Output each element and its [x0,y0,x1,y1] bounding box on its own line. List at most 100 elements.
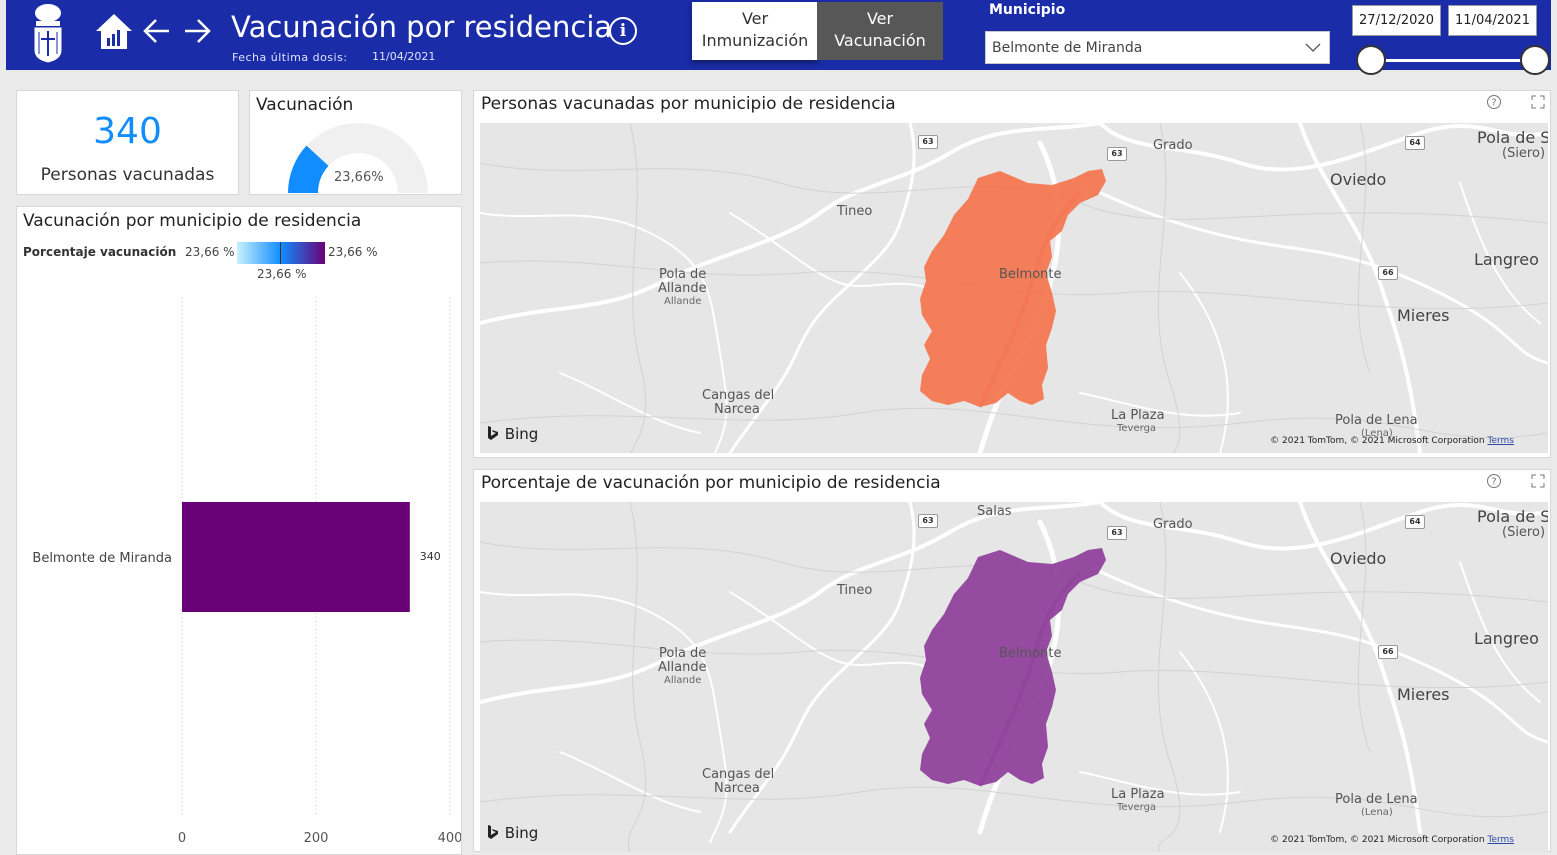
help-icon[interactable]: ? [1486,94,1502,110]
road-shield-66: 66 [1378,266,1398,280]
gauge-card: Vacunación 23,66% [249,90,462,195]
info-icon[interactable]: i [609,17,637,45]
map-label-cangas: Cangas del [702,767,775,782]
map-label-siero: (Siero) [1502,525,1546,540]
terms-link[interactable]: Terms [1487,835,1514,845]
forward-arrow-icon[interactable] [181,14,213,48]
back-arrow-icon[interactable] [141,14,173,48]
bing-logo: Bing [486,824,538,842]
map-label-teverga: Teverga [1117,423,1157,434]
map-label-mieres: Mieres [1397,685,1450,704]
help-icon[interactable]: ? [1486,473,1502,489]
view-vacunacion-label-2: Vacunación [834,31,926,50]
road-shield-63: 63 [1107,147,1127,161]
map-label-pola-allande: Pola de [659,646,707,661]
home-icon[interactable] [94,12,134,50]
kpi-card: 340 Personas vacunadas [16,90,239,195]
view-vacunacion-button[interactable]: Ver Vacunación [817,2,943,60]
municipality-region [920,169,1106,407]
map-label-oviedo: Oviedo [1330,170,1387,189]
map2-area[interactable]: Salas 63 63 64 66 Grado Pola de Si (Sier… [480,502,1548,852]
map-label-grado: Grado [1153,138,1193,153]
view-inmunizacion-button[interactable]: Ver Inmunización [692,2,818,60]
map-label-tineo: Tineo [837,204,873,219]
map-label-siero: (Siero) [1502,146,1546,161]
map-label-oviedo: Oviedo [1330,549,1387,568]
bing-label: Bing [504,425,539,443]
date-range-slider-track[interactable] [1376,59,1542,62]
municipio-dropdown[interactable]: Belmonte de Miranda [985,31,1330,64]
road-shield-64: 64 [1405,515,1425,529]
x-tick-label: 400 [438,831,461,846]
map-card-porcentaje: Porcentaje de vacunación por municipio d… [473,469,1551,852]
date-end-input[interactable]: 11/04/2021 [1448,5,1537,36]
gauge-value: 23,66% [334,170,384,185]
legend-mid: 23,66 % [257,267,307,281]
focus-mode-icon[interactable] [1530,94,1546,110]
map2-title: Porcentaje de vacunación por municipio d… [481,473,941,493]
header-bar: Vacunación por residencia Fecha última d… [6,0,1551,75]
svg-text:?: ? [1491,98,1496,109]
date-range-start-handle[interactable] [1356,45,1386,75]
copyright-text: © 2021 TomTom, © 2021 Microsoft Corporat… [1270,436,1485,446]
bar-chart-title: Vacunación por municipio de residencia [23,211,362,231]
view-inmunizacion-label-2: Inmunización [701,31,809,50]
map-label-tineo: Tineo [837,583,873,598]
map-label-allande: Allande [658,281,707,296]
gauge-title: Vacunación [256,95,354,115]
map-label-langreo: Langreo [1474,629,1539,648]
data-label: 340 [420,550,441,563]
map-label-grado: Grado [1153,517,1193,532]
date-start-input[interactable]: 27/12/2020 [1352,5,1441,36]
last-dose-date: 11/04/2021 [372,50,436,63]
map-label-pola-allande: Pola de [659,267,707,282]
map1-title: Personas vacunadas por municipio de resi… [481,94,896,114]
map-label-pola-lena: Pola de Lena [1335,792,1418,807]
map-copyright: © 2021 TomTom, © 2021 Microsoft Corporat… [1270,436,1514,446]
road-shield-66: 66 [1378,645,1398,659]
page-title: Vacunación por residencia [231,10,613,44]
legend-gradient [237,242,325,264]
focus-mode-icon[interactable] [1530,473,1546,489]
road-shield-63: 63 [918,514,938,528]
road-shield-64: 64 [1405,136,1425,150]
map1-area[interactable]: 63 63 64 66 Grado Pola de Si (Siero) Ovi… [480,123,1548,453]
map-label-pola-lena: Pola de Lena [1335,413,1418,428]
bing-label: Bing [504,824,539,842]
legend-marker [280,242,281,264]
map-label-salas: Salas [977,504,1012,519]
map-label-la-plaza: La Plaza [1111,408,1165,423]
map-label-teverga: Teverga [1117,802,1157,813]
coat-of-arms-logo [33,4,63,64]
map-label-pola-siero: Pola de Si [1477,128,1548,147]
bar-chart: 0 200 400 Belmonte de Miranda 340 [32,297,461,846]
map-label-belmonte: Belmonte [999,267,1062,282]
bing-icon [488,825,498,839]
last-dose-label: Fecha última dosis: [232,51,348,64]
map-label-allande-small: Allande [664,296,702,307]
road-shield-63: 63 [918,135,938,149]
map-label-narcea: Narcea [714,402,760,417]
map-label-lena: (Lena) [1361,807,1393,818]
view-vacunacion-label-1: Ver [866,9,894,28]
bar[interactable] [182,502,410,612]
municipality-region [920,548,1106,786]
legend-min: 23,66 % [185,245,235,259]
legend-max: 23,66 % [328,245,378,259]
svg-text:?: ? [1491,477,1496,488]
bing-icon [488,426,498,440]
map-card-vacunados: Personas vacunadas por municipio de resi… [473,90,1551,458]
map-label-la-plaza: La Plaza [1111,787,1165,802]
map-base [480,123,1548,453]
bing-logo: Bing [486,425,538,443]
category-label: Belmonte de Miranda [32,551,172,566]
terms-link[interactable]: Terms [1487,436,1514,446]
kpi-value: 340 [93,111,162,152]
map-label-allande-small: Allande [664,675,702,686]
date-range-end-handle[interactable] [1520,45,1550,75]
chevron-down-icon [1305,43,1321,52]
road-shield-63: 63 [1107,526,1127,540]
view-inmunizacion-label-1: Ver [741,9,769,28]
map-label-narcea: Narcea [714,781,760,796]
map-label-pola-siero: Pola de Si [1477,507,1548,526]
